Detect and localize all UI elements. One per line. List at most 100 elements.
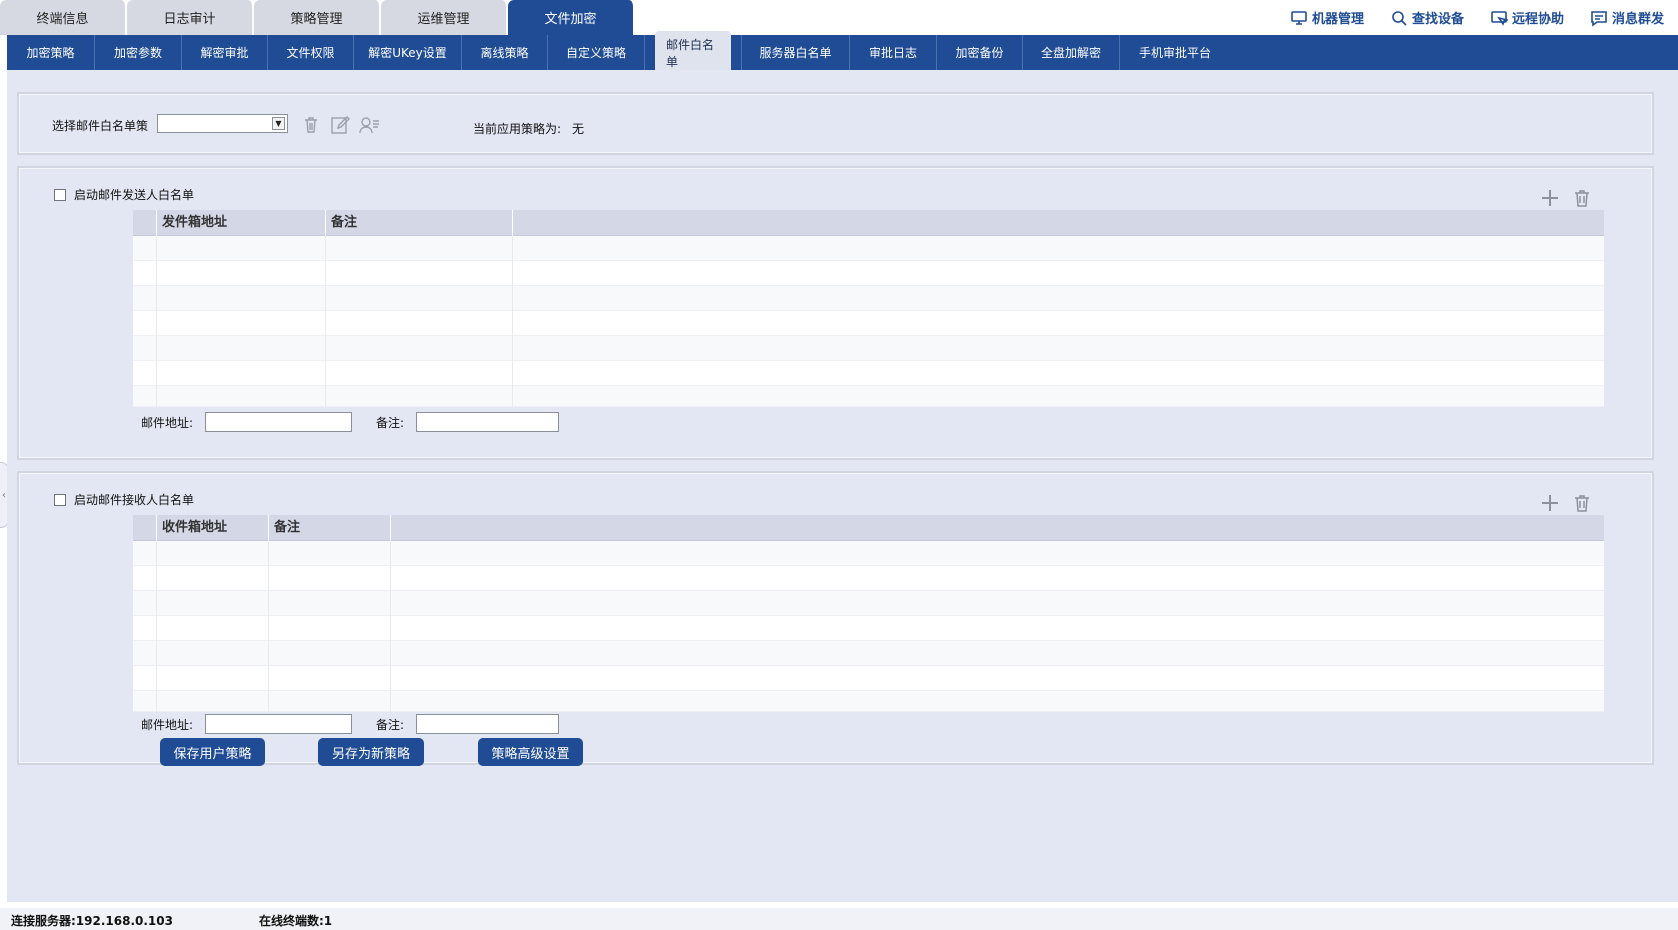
- message-icon: [1591, 10, 1607, 27]
- table-row[interactable]: [133, 311, 1604, 336]
- find-device-link[interactable]: 查找设备: [1390, 8, 1464, 27]
- subtab-label: 文件权限: [286, 46, 335, 60]
- sender-email-label: 邮件地址:: [141, 415, 194, 430]
- tab-ops-management[interactable]: 运维管理: [381, 0, 508, 35]
- add-icon[interactable]: [1540, 493, 1560, 513]
- subtab-label: 离线策略: [480, 46, 529, 60]
- receiver-email-field[interactable]: [205, 714, 353, 734]
- subtab-label: 解密审批: [200, 46, 249, 60]
- status-bar: 连接服务器:192.168.0.103 在线终端数:1: [0, 908, 1678, 930]
- current-policy-value: 无: [572, 122, 585, 136]
- subtab-ukey-settings[interactable]: 解密UKey设置: [354, 35, 462, 70]
- delete-policy-icon[interactable]: [300, 114, 322, 136]
- sender-table-body: [133, 236, 1604, 407]
- sub-tab-bar: 加密策略 加密参数 解密审批 文件权限 解密UKey设置 离线策略 自定义策略 …: [7, 30, 1678, 75]
- current-policy-label: 当前应用策略为:: [473, 122, 562, 136]
- subtab-label: 加密策略: [26, 46, 75, 60]
- subtab-decrypt-approval[interactable]: 解密审批: [182, 35, 268, 70]
- receiver-note-header: 备注: [269, 515, 391, 541]
- table-row[interactable]: [133, 566, 1604, 591]
- subtab-custom-policy[interactable]: 自定义策略: [548, 35, 645, 70]
- delete-icon[interactable]: [1572, 188, 1592, 208]
- server-status: 连接服务器:192.168.0.103: [11, 914, 173, 928]
- subtab-label: 服务器白名单: [759, 46, 832, 60]
- receiver-whitelist-panel: 启动邮件接收人白名单 收件箱地址 备注 邮件地址: 备注:: [17, 471, 1654, 765]
- subtab-full-disk[interactable]: 全盘加解密: [1023, 35, 1120, 70]
- table-row[interactable]: [133, 541, 1604, 566]
- delete-icon[interactable]: [1572, 493, 1592, 513]
- tab-terminal-info[interactable]: 终端信息: [0, 0, 127, 35]
- sender-table-header: 发件箱地址 备注: [133, 210, 1604, 236]
- online-terminals: 在线终端数:1: [259, 914, 333, 928]
- table-row[interactable]: [133, 236, 1604, 261]
- sender-note-field[interactable]: [416, 412, 560, 432]
- subtab-label: 加密参数: [113, 46, 162, 60]
- subtab-label: 自定义策略: [565, 46, 626, 60]
- tab-file-encryption[interactable]: 文件加密: [508, 0, 635, 35]
- receiver-table-actions: [1540, 493, 1592, 513]
- receiver-table-body: [133, 541, 1604, 712]
- sender-email-field[interactable]: [205, 412, 353, 432]
- content-area: 选择邮件白名单策 ▼ 当前应用策略为: 无 启动邮件发送人白名单 发件箱地址 备…: [7, 70, 1678, 902]
- subtab-encrypt-policy[interactable]: 加密策略: [7, 35, 95, 70]
- subtab-label: 审批日志: [868, 46, 917, 60]
- table-row[interactable]: [133, 361, 1604, 386]
- sender-address-header: 发件箱地址: [157, 210, 326, 236]
- sender-enable-checkbox[interactable]: [54, 188, 66, 201]
- edit-policy-icon[interactable]: [329, 114, 351, 136]
- receiver-enable-checkbox[interactable]: [54, 493, 66, 506]
- receiver-enable-row: 启动邮件接收人白名单: [54, 491, 194, 508]
- table-row[interactable]: [133, 336, 1604, 361]
- policy-select-label: 选择邮件白名单策: [52, 119, 149, 133]
- top-toolbar: 机器管理 查找设备 远程协助 消息群发: [1290, 8, 1664, 27]
- receiver-address-header: 收件箱地址: [157, 515, 269, 541]
- table-row[interactable]: [133, 591, 1604, 616]
- machine-management-label: 机器管理: [1311, 12, 1364, 27]
- save-user-policy-button[interactable]: 保存用户策略: [160, 738, 265, 766]
- row-number-header: [133, 210, 157, 236]
- subtab-encrypt-params[interactable]: 加密参数: [95, 35, 182, 70]
- table-row[interactable]: [133, 261, 1604, 286]
- remote-assist-link[interactable]: 远程协助: [1490, 8, 1564, 27]
- remote-assist-label: 远程协助: [1511, 12, 1564, 27]
- subtab-mobile-approval[interactable]: 手机审批平台: [1120, 35, 1230, 70]
- table-row[interactable]: [133, 666, 1604, 691]
- chevron-down-icon: ▼: [272, 117, 285, 130]
- table-row[interactable]: [133, 386, 1604, 407]
- subtab-label: 全盘加解密: [1040, 46, 1101, 60]
- receiver-note-field[interactable]: [416, 714, 560, 734]
- receiver-table-header: 收件箱地址 备注: [133, 515, 1604, 541]
- table-row[interactable]: [133, 616, 1604, 641]
- assign-user-icon[interactable]: [358, 114, 380, 136]
- remote-icon: [1491, 10, 1508, 26]
- subtab-label: 解密UKey设置: [368, 46, 447, 60]
- table-row[interactable]: [133, 641, 1604, 666]
- sender-table-actions: [1540, 188, 1592, 208]
- machine-management-link[interactable]: 机器管理: [1290, 8, 1364, 27]
- main-tab-bar: 终端信息 日志审计 策略管理 运维管理 文件加密: [0, 0, 635, 35]
- search-icon: [1392, 10, 1407, 26]
- subtab-file-permissions[interactable]: 文件权限: [268, 35, 354, 70]
- receiver-email-label: 邮件地址:: [141, 717, 194, 732]
- table-row[interactable]: [133, 286, 1604, 311]
- add-icon[interactable]: [1540, 188, 1560, 208]
- subtab-label: 加密备份: [955, 46, 1004, 60]
- subtab-offline-policy[interactable]: 离线策略: [462, 35, 548, 70]
- broadcast-message-label: 消息群发: [1611, 12, 1664, 27]
- advanced-settings-button[interactable]: 策略高级设置: [478, 738, 583, 766]
- sender-form-row: 邮件地址: 备注:: [141, 412, 560, 432]
- broadcast-message-link[interactable]: 消息群发: [1590, 8, 1664, 27]
- table-row[interactable]: [133, 691, 1604, 712]
- subtab-server-whitelist[interactable]: 服务器白名单: [742, 35, 850, 70]
- receiver-form-row: 邮件地址: 备注:: [141, 714, 560, 734]
- policy-select[interactable]: ▼: [157, 114, 288, 133]
- save-as-new-policy-button[interactable]: 另存为新策略: [318, 738, 424, 766]
- row-number-header: [133, 515, 157, 541]
- subtab-encrypt-backup[interactable]: 加密备份: [937, 35, 1023, 70]
- sender-table: 发件箱地址 备注: [133, 210, 1604, 407]
- subtab-mail-whitelist[interactable]: 邮件白名单: [645, 30, 742, 75]
- monitor-icon: [1291, 10, 1307, 25]
- tab-policy-management[interactable]: 策略管理: [254, 0, 381, 35]
- subtab-approval-log[interactable]: 审批日志: [850, 35, 937, 70]
- tab-log-audit[interactable]: 日志审计: [127, 0, 254, 35]
